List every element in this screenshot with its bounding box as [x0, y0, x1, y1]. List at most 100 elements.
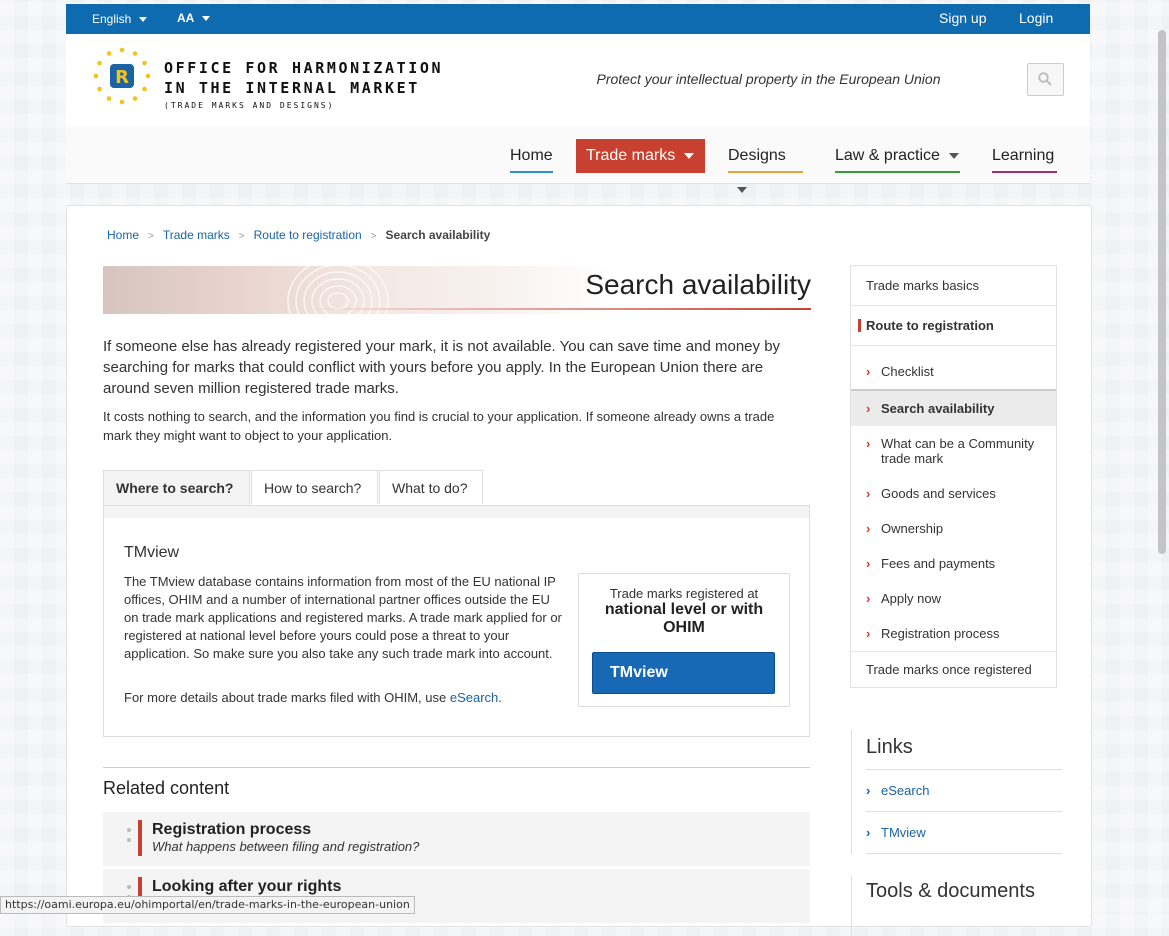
link-tmview[interactable]: › TMview	[866, 812, 1062, 854]
chevron-right-icon: ›	[866, 401, 871, 416]
page-banner: Search availability	[103, 266, 811, 314]
sidebar-item-label: Ownership	[881, 521, 944, 536]
page-scrollbar[interactable]	[1158, 30, 1166, 554]
tmview-more-details: For more details about trade marks filed…	[124, 690, 502, 705]
top-bar: English AA Sign up Login	[66, 4, 1090, 34]
chevron-right-icon: ›	[866, 591, 871, 606]
status-bar-url: https://oami.europa.eu/ohimportal/en/tra…	[0, 896, 415, 914]
sidebar-item-label: Registration process	[881, 626, 1000, 641]
sidebar-item-label: What can be a Community trade mark	[881, 436, 1035, 466]
logo-line-3: (TRADE MARKS AND DESIGNS)	[164, 101, 335, 110]
sidebar-item-label: Checklist	[881, 364, 934, 379]
search-button[interactable]	[1027, 63, 1064, 96]
breadcrumb: Home > Trade marks > Route to registration > S…	[107, 228, 490, 242]
breadcrumb-current: Search availability	[385, 228, 491, 242]
office-logo-text[interactable]: OFFICE FOR HARMONIZATION IN THE INTERNAL…	[164, 58, 443, 110]
eu-stars-logo-icon[interactable]: R	[92, 46, 152, 106]
nav-designs-label: Designs	[728, 147, 786, 164]
site-tagline: Protect your intellectual property in th…	[571, 64, 966, 94]
sidebar-item-registration-process[interactable]: › Registration process	[851, 616, 1056, 651]
breadcrumb-separator: >	[370, 231, 377, 242]
login-link[interactable]: Login	[1019, 10, 1053, 26]
nav-designs[interactable]: Designs	[728, 139, 803, 193]
callout-line-1: Trade marks registered at	[609, 586, 759, 601]
chevron-right-icon: ›	[866, 556, 871, 571]
chevron-down-icon	[737, 186, 747, 193]
sidebar-item-route[interactable]: Route to registration	[851, 306, 1056, 346]
related-item-accent	[138, 820, 142, 856]
nav-learning[interactable]: Learning	[992, 139, 1057, 173]
related-content-heading: Related content	[103, 778, 230, 798]
tools-heading: Tools & documents	[866, 880, 1035, 902]
drag-dots-icon	[127, 828, 131, 848]
search-icon	[1038, 72, 1052, 86]
link-label: eSearch	[881, 783, 930, 798]
nav-home-label: Home	[510, 147, 553, 164]
section-sidebar-nav: Trade marks basics Route to registration…	[850, 265, 1057, 688]
tmview-button[interactable]: TMview	[592, 652, 775, 694]
sidebar-item-search-availability[interactable]: › Search availability	[851, 389, 1056, 426]
sidebar-item-fees[interactable]: › Fees and payments	[851, 546, 1056, 581]
chevron-right-icon: ›	[866, 521, 871, 536]
sidebar-item-basics[interactable]: Trade marks basics	[851, 266, 1056, 306]
signup-link[interactable]: Sign up	[939, 10, 986, 26]
svg-text:R: R	[115, 67, 129, 88]
text-size-selector[interactable]: AA	[177, 11, 211, 25]
related-item[interactable]: Registration process What happens betwee…	[103, 812, 810, 866]
sidebar-item-label: Apply now	[881, 591, 941, 606]
tab-where-to-search[interactable]: Where to search?	[103, 470, 250, 506]
tmview-description: The TMview database contains information…	[124, 574, 562, 661]
chevron-right-icon: ›	[866, 486, 871, 501]
chevron-right-icon: ›	[866, 783, 871, 798]
sidebar-item-checklist[interactable]: › Checklist	[851, 354, 1056, 389]
tab-how-to-search[interactable]: How to search?	[251, 470, 378, 504]
esearch-link[interactable]: eSearch	[450, 690, 498, 705]
tmview-heading: TMview	[124, 544, 180, 561]
tmview-callout: Trade marks registered at national level…	[578, 573, 790, 707]
language-label: English	[92, 12, 132, 26]
fingerprint-icon	[287, 266, 389, 314]
intro-paragraph: If someone else has already registered y…	[103, 338, 781, 397]
chevron-right-icon: ›	[866, 436, 871, 451]
sidebar-item-route-label: Route to registration	[866, 318, 994, 333]
chevron-down-icon	[139, 17, 148, 23]
links-heading: Links	[866, 730, 1062, 770]
main-navigation: Home Trade marks Designs Law & practice …	[66, 139, 1090, 193]
logo-line-2: IN THE INTERNAL MARKET	[164, 79, 420, 97]
banner-rule	[303, 308, 811, 310]
nav-home[interactable]: Home	[510, 139, 553, 173]
chevron-right-icon: ›	[866, 825, 871, 840]
breadcrumb-route[interactable]: Route to registration	[254, 228, 362, 242]
chevron-down-icon	[202, 16, 211, 22]
nav-law-practice[interactable]: Law & practice	[835, 139, 960, 173]
nav-learning-underline	[992, 171, 1057, 173]
nav-trade-marks-label: Trade marks	[586, 147, 676, 164]
link-label: TMview	[881, 825, 926, 840]
active-marker	[858, 319, 861, 332]
tab-what-to-do[interactable]: What to do?	[379, 470, 483, 504]
sidebar-item-goods-services[interactable]: › Goods and services	[851, 476, 1056, 511]
sidebar-item-once-registered[interactable]: Trade marks once registered	[851, 651, 1056, 687]
breadcrumb-home[interactable]: Home	[107, 228, 139, 242]
language-selector[interactable]: English	[92, 12, 148, 26]
sidebar-item-apply-now[interactable]: › Apply now	[851, 581, 1056, 616]
nav-law-practice-underline	[835, 171, 960, 173]
chevron-right-icon: ›	[866, 626, 871, 641]
breadcrumb-trade-marks[interactable]: Trade marks	[163, 228, 230, 242]
nav-trade-marks[interactable]: Trade marks	[576, 139, 705, 173]
content-panel: Home > Trade marks > Route to registration > S…	[66, 205, 1092, 936]
sidebar-item-label: Search availability	[881, 401, 995, 416]
sidebar-item-label: Goods and services	[881, 486, 996, 501]
logo-line-1: OFFICE FOR HARMONIZATION	[164, 59, 444, 77]
related-divider	[103, 767, 810, 768]
related-item-subtitle: What happens between filing and registra…	[152, 839, 420, 854]
sidebar-item-label: Fees and payments	[881, 556, 996, 571]
sidebar-item-ownership[interactable]: › Ownership	[851, 511, 1056, 546]
link-esearch[interactable]: › eSearch	[866, 770, 1062, 812]
tools-section: Tools & documents	[851, 876, 1062, 936]
nav-law-practice-label: Law & practice	[835, 147, 940, 164]
sidebar-item-what-can-be-ctm[interactable]: › What can be a Community trade mark	[851, 426, 1056, 476]
text-size-label: AA	[177, 11, 195, 25]
callout-line-2: national level or with OHIM	[604, 601, 764, 636]
